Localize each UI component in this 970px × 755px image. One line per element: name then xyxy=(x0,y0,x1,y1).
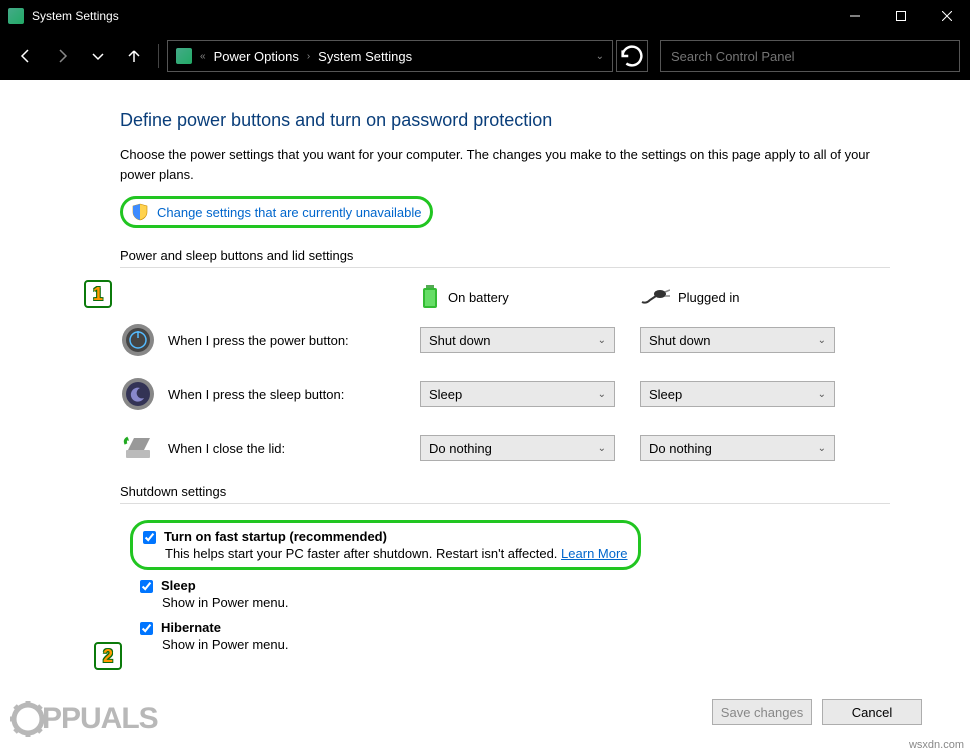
power-button-battery-dropdown[interactable]: Shut down⌄ xyxy=(420,327,615,353)
forward-button[interactable] xyxy=(46,40,78,72)
plug-icon xyxy=(640,288,670,306)
sleep-desc: Show in Power menu. xyxy=(162,595,890,610)
power-button-label: When I press the power button: xyxy=(168,333,349,348)
shield-icon xyxy=(131,203,149,221)
window-title: System Settings xyxy=(32,9,832,23)
chevron-down-icon: ⌄ xyxy=(818,335,826,346)
recent-dropdown[interactable] xyxy=(82,40,114,72)
fast-startup-highlight: Turn on fast startup (recommended) This … xyxy=(130,520,641,570)
site-watermark: wsxdn.com xyxy=(909,739,964,751)
power-button-plugged-dropdown[interactable]: Shut down⌄ xyxy=(640,327,835,353)
hibernate-option: Hibernate Show in Power menu. xyxy=(140,620,890,652)
cancel-button[interactable]: Cancel xyxy=(822,699,922,725)
content-area: Define power buttons and turn on passwor… xyxy=(0,80,970,652)
shutdown-section-heading: Shutdown settings xyxy=(120,484,890,504)
app-icon xyxy=(8,8,24,24)
fast-startup-desc: This helps start your PC faster after sh… xyxy=(165,546,628,561)
titlebar: System Settings xyxy=(0,0,970,32)
chevron-down-icon: ⌄ xyxy=(598,335,606,346)
plugged-in-label: Plugged in xyxy=(678,290,739,305)
change-settings-link[interactable]: Change settings that are currently unava… xyxy=(157,205,422,220)
lid-label: When I close the lid: xyxy=(168,441,285,456)
sleep-checkbox[interactable] xyxy=(140,580,153,593)
minimize-button[interactable] xyxy=(832,0,878,32)
breadcrumb-item[interactable]: Power Options xyxy=(214,49,299,64)
up-button[interactable] xyxy=(118,40,150,72)
annotation-2: 2 xyxy=(94,642,122,670)
hibernate-desc: Show in Power menu. xyxy=(162,637,890,652)
sleep-button-battery-dropdown[interactable]: Sleep⌄ xyxy=(420,381,615,407)
on-battery-label: On battery xyxy=(448,290,509,305)
chevron-down-icon[interactable]: ⌄ xyxy=(596,51,604,62)
watermark-text: PPUALS xyxy=(42,702,158,736)
back-button[interactable] xyxy=(10,40,42,72)
nav-separator xyxy=(158,44,159,68)
gear-icon xyxy=(10,701,46,737)
maximize-button[interactable] xyxy=(878,0,924,32)
refresh-button[interactable] xyxy=(616,40,648,72)
lid-icon xyxy=(120,430,156,466)
chevron-down-icon: ⌄ xyxy=(818,389,826,400)
hibernate-label: Hibernate xyxy=(161,620,221,635)
lid-row: When I close the lid: Do nothing⌄ Do not… xyxy=(120,430,890,466)
close-button[interactable] xyxy=(924,0,970,32)
sleep-button-icon xyxy=(120,376,156,412)
hibernate-checkbox[interactable] xyxy=(140,622,153,635)
breadcrumb-icon xyxy=(176,48,192,64)
sleep-label: Sleep xyxy=(161,578,196,593)
chevron-down-icon: ⌄ xyxy=(598,389,606,400)
chevron-right-icon: › xyxy=(307,51,310,62)
sleep-option: Sleep Show in Power menu. xyxy=(140,578,890,610)
fast-startup-label: Turn on fast startup (recommended) xyxy=(164,529,387,544)
sleep-button-label: When I press the sleep button: xyxy=(168,387,344,402)
change-settings-highlight: Change settings that are currently unava… xyxy=(120,196,433,228)
annotation-1: 1 xyxy=(84,280,112,308)
chevron-icon: « xyxy=(200,51,206,62)
column-headers: On battery Plugged in xyxy=(420,284,890,310)
watermark: PPUALS xyxy=(10,701,158,737)
lid-battery-dropdown[interactable]: Do nothing⌄ xyxy=(420,435,615,461)
lid-plugged-dropdown[interactable]: Do nothing⌄ xyxy=(640,435,835,461)
search-input[interactable] xyxy=(660,40,960,72)
battery-icon xyxy=(420,284,440,310)
breadcrumb[interactable]: « Power Options › System Settings ⌄ xyxy=(167,40,613,72)
power-section-heading: Power and sleep buttons and lid settings xyxy=(120,248,890,268)
chevron-down-icon: ⌄ xyxy=(818,443,826,454)
power-button-row: When I press the power button: Shut down… xyxy=(120,322,890,358)
page-intro: Choose the power settings that you want … xyxy=(120,145,880,184)
learn-more-link[interactable]: Learn More xyxy=(561,546,627,561)
breadcrumb-item[interactable]: System Settings xyxy=(318,49,412,64)
fast-startup-checkbox[interactable] xyxy=(143,531,156,544)
footer-buttons: Save changes Cancel xyxy=(712,699,922,725)
sleep-button-row: When I press the sleep button: Sleep⌄ Sl… xyxy=(120,376,890,412)
sleep-button-plugged-dropdown[interactable]: Sleep⌄ xyxy=(640,381,835,407)
save-button[interactable]: Save changes xyxy=(712,699,812,725)
power-button-icon xyxy=(120,322,156,358)
on-battery-header: On battery xyxy=(420,284,620,310)
plugged-in-header: Plugged in xyxy=(640,284,840,310)
page-title: Define power buttons and turn on passwor… xyxy=(120,110,890,131)
chevron-down-icon: ⌄ xyxy=(598,443,606,454)
navbar: « Power Options › System Settings ⌄ xyxy=(0,32,970,80)
